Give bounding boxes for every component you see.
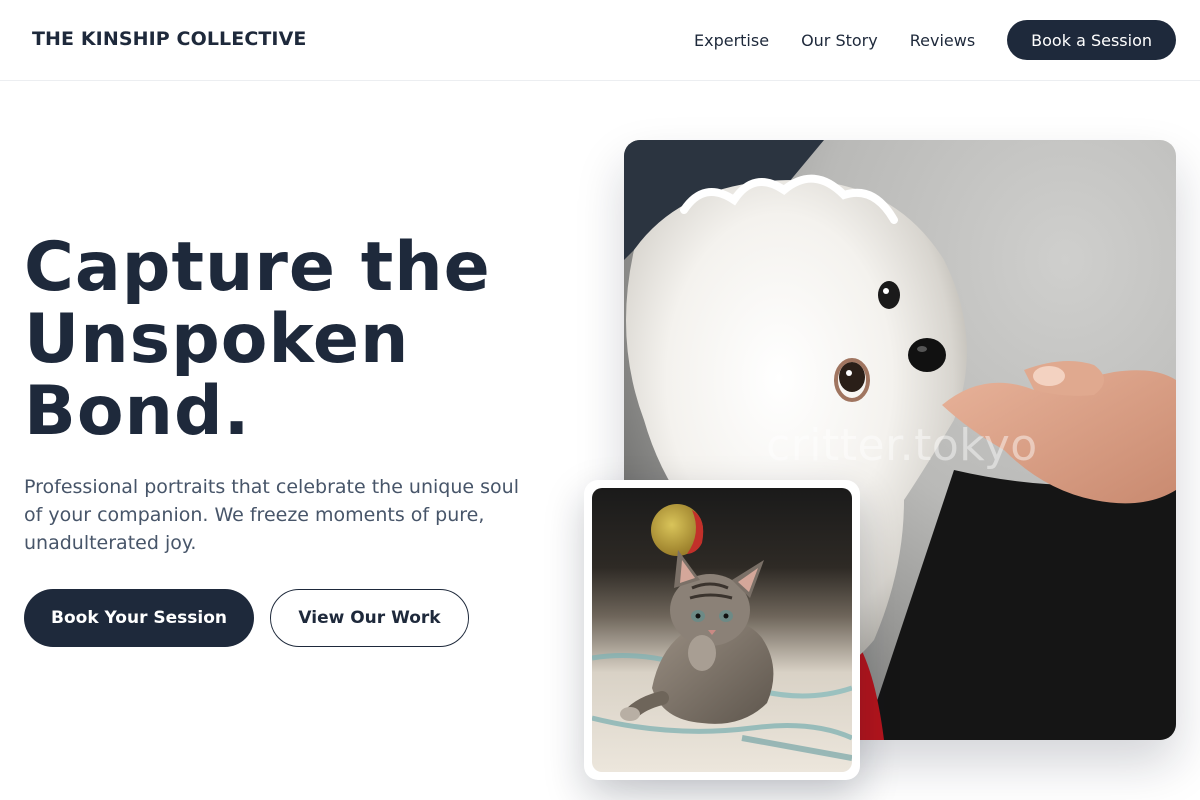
hero-title-line-2: Unspoken: [24, 300, 410, 379]
view-our-work-button[interactable]: View Our Work: [270, 589, 469, 647]
brand-logo[interactable]: THE KINSHIP COLLECTIVE: [32, 28, 307, 50]
site-header: THE KINSHIP COLLECTIVE Expertise Our Sto…: [0, 0, 1200, 81]
nav-link-our-story[interactable]: Our Story: [801, 31, 878, 50]
hero-title: Capture the Unspoken Bond.: [24, 232, 584, 448]
book-your-session-button[interactable]: Book Your Session: [24, 589, 254, 647]
kitten-illustration: [592, 504, 852, 761]
hero-subtitle: Professional portraits that celebrate th…: [24, 476, 519, 554]
kitten-photo: [592, 488, 852, 772]
main-nav: Expertise Our Story Reviews Book a Sessi…: [694, 20, 1176, 60]
hero-title-line-3: Bond.: [24, 372, 251, 451]
image-watermark: critter.tokyo: [766, 420, 1038, 471]
book-a-session-button[interactable]: Book a Session: [1007, 20, 1176, 60]
nav-link-reviews[interactable]: Reviews: [910, 31, 975, 50]
kitten-photo-card: [584, 480, 860, 780]
hero-title-line-1: Capture the: [24, 228, 491, 307]
nav-link-expertise[interactable]: Expertise: [694, 31, 769, 50]
